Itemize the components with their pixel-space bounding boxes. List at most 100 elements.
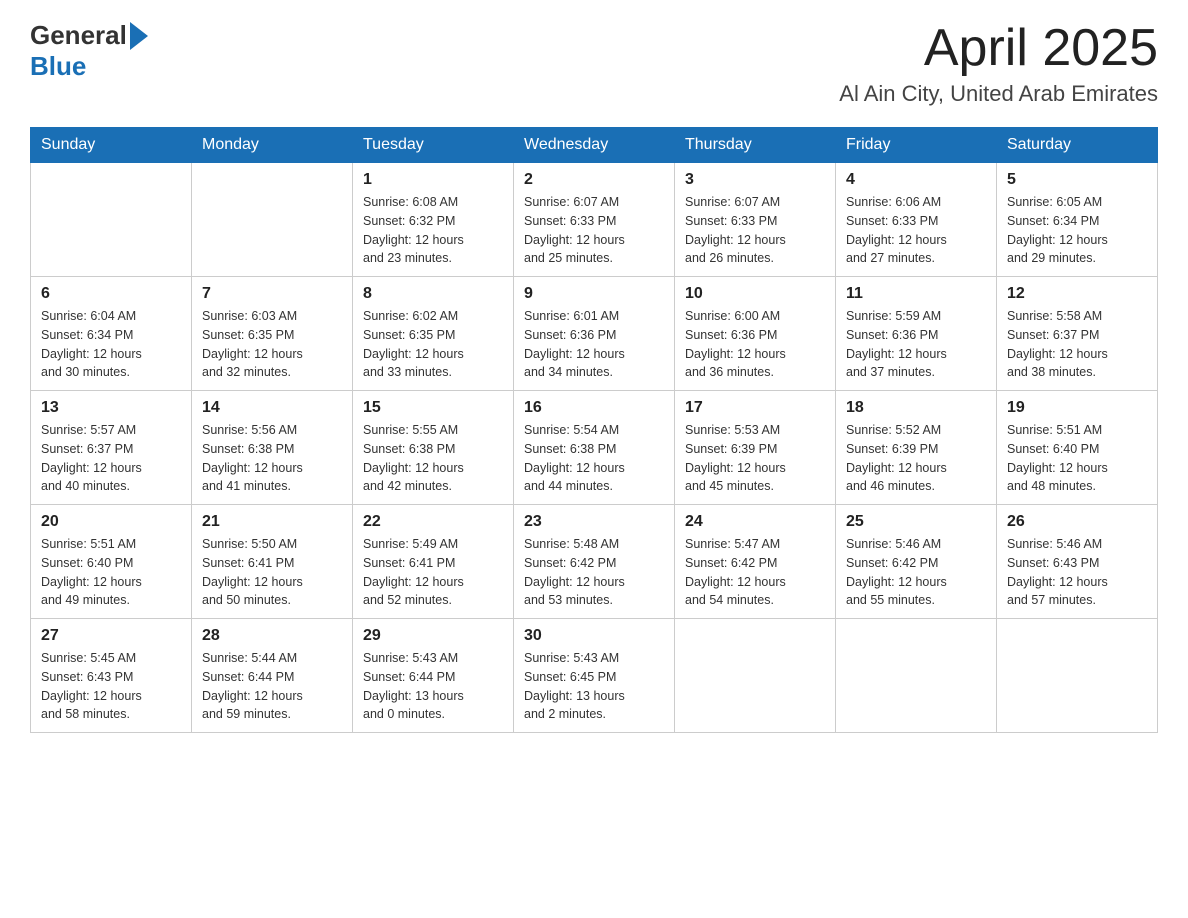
table-row: 28 Sunrise: 5:44 AMSunset: 6:44 PMDayligh…	[192, 619, 353, 733]
calendar-week-2: 6 Sunrise: 6:04 AMSunset: 6:34 PMDaylight…	[31, 277, 1158, 391]
table-row: 15 Sunrise: 5:55 AMSunset: 6:38 PMDayligh…	[353, 391, 514, 505]
day-number: 15	[363, 399, 503, 417]
day-number: 24	[685, 513, 825, 531]
table-row: 1 Sunrise: 6:08 AMSunset: 6:32 PMDaylight…	[353, 163, 514, 277]
day-info: Sunrise: 6:00 AMSunset: 6:36 PMDaylight:…	[685, 307, 825, 382]
logo-triangle-icon	[130, 22, 148, 50]
logo: General Blue	[30, 20, 148, 82]
day-number: 16	[524, 399, 664, 417]
table-row	[31, 163, 192, 277]
day-info: Sunrise: 6:07 AMSunset: 6:33 PMDaylight:…	[685, 193, 825, 268]
day-number: 8	[363, 285, 503, 303]
col-tuesday: Tuesday	[353, 128, 514, 163]
day-info: Sunrise: 5:50 AMSunset: 6:41 PMDaylight:…	[202, 535, 342, 610]
day-info: Sunrise: 6:05 AMSunset: 6:34 PMDaylight:…	[1007, 193, 1147, 268]
table-row: 22 Sunrise: 5:49 AMSunset: 6:41 PMDayligh…	[353, 505, 514, 619]
day-info: Sunrise: 5:47 AMSunset: 6:42 PMDaylight:…	[685, 535, 825, 610]
day-info: Sunrise: 6:06 AMSunset: 6:33 PMDaylight:…	[846, 193, 986, 268]
page-subtitle: Al Ain City, United Arab Emirates	[839, 81, 1158, 107]
title-block: April 2025 Al Ain City, United Arab Emir…	[839, 20, 1158, 107]
day-number: 23	[524, 513, 664, 531]
logo-blue-text: Blue	[30, 51, 86, 82]
day-info: Sunrise: 5:49 AMSunset: 6:41 PMDaylight:…	[363, 535, 503, 610]
day-number: 13	[41, 399, 181, 417]
table-row	[836, 619, 997, 733]
calendar-week-3: 13 Sunrise: 5:57 AMSunset: 6:37 PMDayligh…	[31, 391, 1158, 505]
day-info: Sunrise: 5:46 AMSunset: 6:43 PMDaylight:…	[1007, 535, 1147, 610]
table-row	[997, 619, 1158, 733]
table-row	[192, 163, 353, 277]
table-row: 26 Sunrise: 5:46 AMSunset: 6:43 PMDayligh…	[997, 505, 1158, 619]
table-row: 7Sunrise: 6:03 AMSunset: 6:35 PMDaylight…	[192, 277, 353, 391]
col-monday: Monday	[192, 128, 353, 163]
day-info: Sunrise: 5:45 AMSunset: 6:43 PMDaylight:…	[41, 649, 181, 724]
day-info: Sunrise: 5:53 AMSunset: 6:39 PMDaylight:…	[685, 421, 825, 496]
day-number: 9	[524, 285, 664, 303]
calendar-week-4: 20Sunrise: 5:51 AMSunset: 6:40 PMDayligh…	[31, 505, 1158, 619]
day-number: 1	[363, 171, 503, 189]
table-row: 30 Sunrise: 5:43 AMSunset: 6:45 PMDayligh…	[514, 619, 675, 733]
table-row: 6 Sunrise: 6:04 AMSunset: 6:34 PMDaylight…	[31, 277, 192, 391]
table-row: 3 Sunrise: 6:07 AMSunset: 6:33 PMDaylight…	[675, 163, 836, 277]
day-number: 28	[202, 627, 342, 645]
day-info: Sunrise: 6:07 AMSunset: 6:33 PMDaylight:…	[524, 193, 664, 268]
day-info: Sunrise: 5:46 AMSunset: 6:42 PMDaylight:…	[846, 535, 986, 610]
day-info: Sunrise: 5:54 AMSunset: 6:38 PMDaylight:…	[524, 421, 664, 496]
day-number: 25	[846, 513, 986, 531]
day-info: Sunrise: 6:02 AMSunset: 6:35 PMDaylight:…	[363, 307, 503, 382]
day-info: Sunrise: 5:43 AMSunset: 6:44 PMDaylight:…	[363, 649, 503, 724]
calendar-week-1: 1 Sunrise: 6:08 AMSunset: 6:32 PMDaylight…	[31, 163, 1158, 277]
day-number: 4	[846, 171, 986, 189]
page-header: General Blue April 2025 Al Ain City, Uni…	[30, 20, 1158, 107]
day-info: Sunrise: 5:52 AMSunset: 6:39 PMDaylight:…	[846, 421, 986, 496]
table-row: 4 Sunrise: 6:06 AMSunset: 6:33 PMDaylight…	[836, 163, 997, 277]
day-number: 21	[202, 513, 342, 531]
day-info: Sunrise: 5:55 AMSunset: 6:38 PMDaylight:…	[363, 421, 503, 496]
day-info: Sunrise: 5:56 AMSunset: 6:38 PMDaylight:…	[202, 421, 342, 496]
col-saturday: Saturday	[997, 128, 1158, 163]
table-row: 8 Sunrise: 6:02 AMSunset: 6:35 PMDaylight…	[353, 277, 514, 391]
day-info: Sunrise: 5:44 AMSunset: 6:44 PMDaylight:…	[202, 649, 342, 724]
calendar-week-5: 27Sunrise: 5:45 AMSunset: 6:43 PMDayligh…	[31, 619, 1158, 733]
table-row: 17 Sunrise: 5:53 AMSunset: 6:39 PMDayligh…	[675, 391, 836, 505]
day-number: 17	[685, 399, 825, 417]
col-friday: Friday	[836, 128, 997, 163]
day-number: 3	[685, 171, 825, 189]
table-row: 13 Sunrise: 5:57 AMSunset: 6:37 PMDayligh…	[31, 391, 192, 505]
day-info: Sunrise: 5:58 AMSunset: 6:37 PMDaylight:…	[1007, 307, 1147, 382]
day-number: 5	[1007, 171, 1147, 189]
calendar-header-row: Sunday Monday Tuesday Wednesday Thursday…	[31, 128, 1158, 163]
day-number: 6	[41, 285, 181, 303]
day-number: 20	[41, 513, 181, 531]
day-info: Sunrise: 5:51 AMSunset: 6:40 PMDaylight:…	[1007, 421, 1147, 496]
day-number: 12	[1007, 285, 1147, 303]
table-row: 18Sunrise: 5:52 AMSunset: 6:39 PMDayligh…	[836, 391, 997, 505]
col-sunday: Sunday	[31, 128, 192, 163]
table-row: 20Sunrise: 5:51 AMSunset: 6:40 PMDayligh…	[31, 505, 192, 619]
day-info: Sunrise: 6:04 AMSunset: 6:34 PMDaylight:…	[41, 307, 181, 382]
day-number: 7	[202, 285, 342, 303]
day-info: Sunrise: 6:08 AMSunset: 6:32 PMDaylight:…	[363, 193, 503, 268]
table-row: 21 Sunrise: 5:50 AMSunset: 6:41 PMDayligh…	[192, 505, 353, 619]
table-row: 19 Sunrise: 5:51 AMSunset: 6:40 PMDayligh…	[997, 391, 1158, 505]
col-thursday: Thursday	[675, 128, 836, 163]
table-row: 5 Sunrise: 6:05 AMSunset: 6:34 PMDaylight…	[997, 163, 1158, 277]
table-row: 25 Sunrise: 5:46 AMSunset: 6:42 PMDayligh…	[836, 505, 997, 619]
day-number: 22	[363, 513, 503, 531]
table-row: 27Sunrise: 5:45 AMSunset: 6:43 PMDayligh…	[31, 619, 192, 733]
table-row: 23 Sunrise: 5:48 AMSunset: 6:42 PMDayligh…	[514, 505, 675, 619]
page-title: April 2025	[839, 20, 1158, 77]
day-info: Sunrise: 5:57 AMSunset: 6:37 PMDaylight:…	[41, 421, 181, 496]
day-number: 26	[1007, 513, 1147, 531]
day-number: 19	[1007, 399, 1147, 417]
day-number: 2	[524, 171, 664, 189]
table-row: 11Sunrise: 5:59 AMSunset: 6:36 PMDayligh…	[836, 277, 997, 391]
day-number: 30	[524, 627, 664, 645]
calendar-table: Sunday Monday Tuesday Wednesday Thursday…	[30, 127, 1158, 733]
day-info: Sunrise: 5:43 AMSunset: 6:45 PMDaylight:…	[524, 649, 664, 724]
day-number: 29	[363, 627, 503, 645]
day-info: Sunrise: 5:59 AMSunset: 6:36 PMDaylight:…	[846, 307, 986, 382]
table-row	[675, 619, 836, 733]
day-info: Sunrise: 5:48 AMSunset: 6:42 PMDaylight:…	[524, 535, 664, 610]
table-row: 24 Sunrise: 5:47 AMSunset: 6:42 PMDayligh…	[675, 505, 836, 619]
